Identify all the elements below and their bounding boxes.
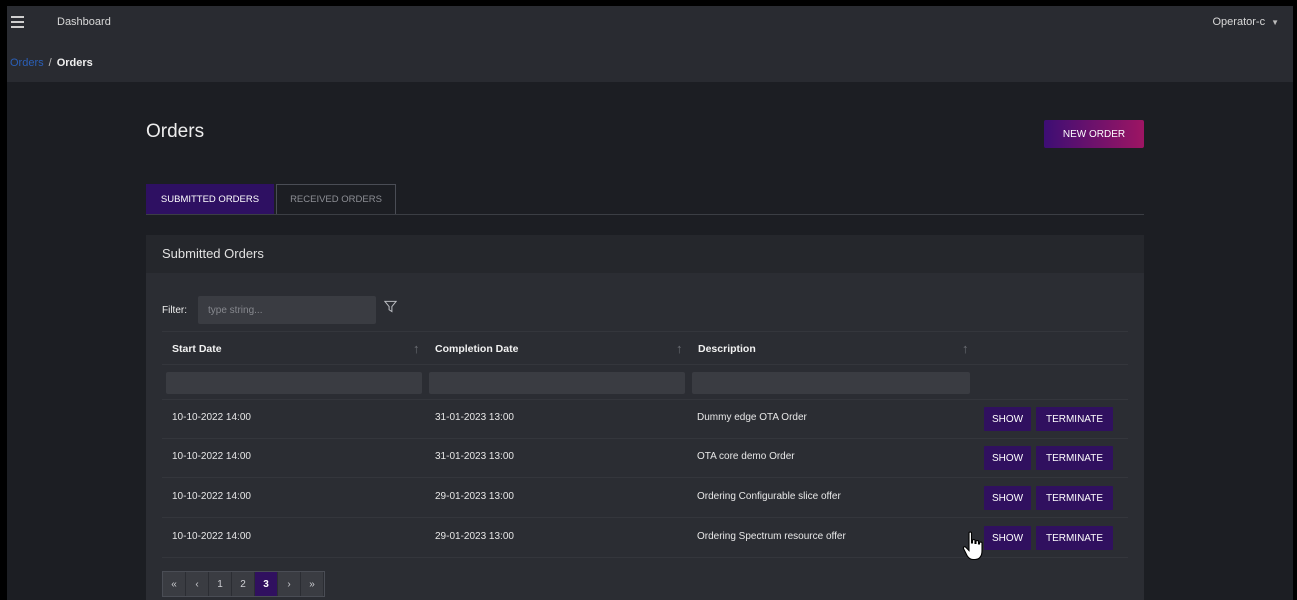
table-divider	[162, 364, 1128, 365]
new-order-button[interactable]: NEW ORDER	[1044, 120, 1144, 148]
show-button[interactable]: SHOW	[984, 486, 1031, 510]
pagination-prev-button[interactable]: ‹	[186, 572, 209, 596]
pagination-next-button[interactable]: ›	[278, 572, 301, 596]
dashboard-link[interactable]: Dashboard	[57, 16, 111, 28]
hamburger-menu-icon[interactable]	[11, 16, 24, 28]
filter-label: Filter:	[162, 305, 187, 316]
user-menu[interactable]: Operator-c ▼	[1213, 16, 1280, 28]
start-date-filter-input[interactable]	[166, 372, 422, 394]
pagination: « ‹ 1 2 3 › »	[162, 571, 325, 597]
sort-arrow-icon[interactable]: ↑	[413, 341, 420, 356]
terminate-button[interactable]: TERMINATE	[1036, 446, 1113, 470]
table-row: 10-10-2022 14:00 31-01-2023 13:00 OTA co…	[162, 438, 1128, 478]
table-row: 10-10-2022 14:00 29-01-2023 13:00 Orderi…	[162, 478, 1128, 518]
completion-date-cell: 31-01-2023 13:00	[435, 412, 514, 423]
pagination-page-1[interactable]: 1	[209, 572, 232, 596]
top-bar: Dashboard Operator-c ▼ Orders / Orders	[7, 6, 1293, 82]
terminate-button[interactable]: TERMINATE	[1036, 486, 1113, 510]
breadcrumb-link-orders[interactable]: Orders	[10, 57, 44, 69]
page-title: Orders	[146, 121, 205, 142]
pagination-page-2[interactable]: 2	[232, 572, 255, 596]
start-date-cell: 10-10-2022 14:00	[172, 491, 251, 502]
screen-edge-right	[1293, 0, 1297, 600]
start-date-cell: 10-10-2022 14:00	[172, 531, 251, 542]
orders-table-card: Filter: Start Date ↑ Completion Date ↑ D…	[146, 273, 1144, 600]
show-button[interactable]: SHOW	[984, 446, 1031, 470]
column-header-completion-date[interactable]: Completion Date	[435, 343, 518, 355]
completion-date-cell: 29-01-2023 13:00	[435, 531, 514, 542]
description-cell: Ordering Configurable slice offer	[697, 491, 841, 502]
show-button[interactable]: SHOW	[984, 526, 1031, 550]
completion-date-cell: 31-01-2023 13:00	[435, 451, 514, 462]
pagination-page-3[interactable]: 3	[255, 572, 278, 596]
start-date-cell: 10-10-2022 14:00	[172, 412, 251, 423]
terminate-button[interactable]: TERMINATE	[1036, 526, 1113, 550]
show-button[interactable]: SHOW	[984, 407, 1031, 431]
start-date-cell: 10-10-2022 14:00	[172, 451, 251, 462]
sort-arrow-icon[interactable]: ↑	[962, 341, 969, 356]
user-name: Operator-c	[1212, 16, 1266, 28]
pagination-last-button[interactable]: »	[301, 572, 324, 596]
description-filter-input[interactable]	[692, 372, 970, 394]
tab-divider	[146, 214, 1144, 215]
completion-date-filter-input[interactable]	[429, 372, 685, 394]
breadcrumb: Orders / Orders	[10, 57, 93, 69]
terminate-button[interactable]: TERMINATE	[1036, 407, 1113, 431]
tab-submitted-orders[interactable]: SUBMITTED ORDERS	[146, 184, 274, 214]
card-title: Submitted Orders	[162, 246, 264, 261]
filter-funnel-icon[interactable]	[384, 300, 397, 313]
card-header: Submitted Orders	[146, 235, 1144, 273]
column-header-description[interactable]: Description	[698, 343, 756, 355]
caret-down-icon: ▼	[1271, 18, 1279, 27]
tab-received-orders[interactable]: RECEIVED ORDERS	[276, 184, 396, 214]
pagination-first-button[interactable]: «	[163, 572, 186, 596]
screen-edge-left	[0, 0, 7, 600]
table-divider	[162, 331, 1128, 332]
table-row: 10-10-2022 14:00 31-01-2023 13:00 Dummy …	[162, 399, 1128, 439]
filter-input[interactable]	[198, 296, 376, 324]
hand-pointer-cursor-icon	[962, 531, 983, 561]
breadcrumb-separator: /	[48, 57, 52, 69]
breadcrumb-current: Orders	[56, 57, 93, 69]
description-cell: OTA core demo Order	[697, 451, 795, 462]
description-cell: Dummy edge OTA Order	[697, 412, 807, 423]
description-cell: Ordering Spectrum resource offer	[697, 531, 846, 542]
completion-date-cell: 29-01-2023 13:00	[435, 491, 514, 502]
column-header-start-date[interactable]: Start Date	[172, 343, 222, 355]
sort-arrow-icon[interactable]: ↑	[676, 341, 683, 356]
